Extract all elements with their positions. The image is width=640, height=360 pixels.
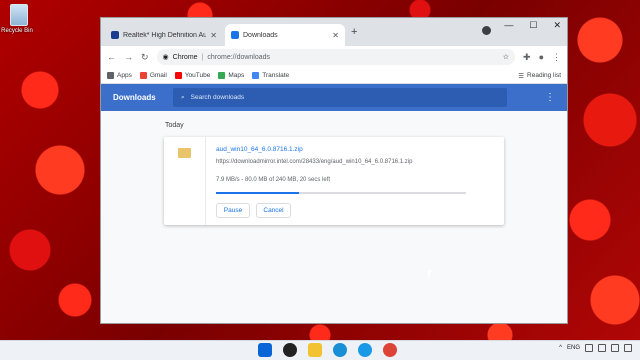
taskbar-apps — [258, 343, 397, 357]
download-status: 7.9 MB/s - 80.0 MB of 240 MB, 20 secs le… — [216, 177, 331, 183]
extensions-icon[interactable]: ✚ — [523, 52, 531, 63]
file-name-link[interactable]: aud_win10_64_6.0.8716.1.zip — [216, 146, 303, 153]
page-title: Downloads — [113, 93, 156, 102]
download-item-card: aud_win10_64_6.0.8716.1.zip https://down… — [164, 137, 504, 225]
bookmark-gmail[interactable]: Gmail — [139, 72, 167, 79]
downloads-content: Today aud_win10_64_6.0.8716.1.zip https:… — [101, 111, 567, 323]
recycle-bin-label: Recycle Bin — [1, 28, 33, 34]
search-icon[interactable] — [283, 343, 297, 357]
language-indicator[interactable]: ENG — [567, 345, 580, 351]
bookmarks-bar: Apps Gmail YouTube Maps Translate ☰ Read… — [101, 68, 567, 84]
url-text: chrome://downloads — [207, 53, 271, 61]
tab-realtek[interactable]: Realtek* High Definition Audio D ✕ — [105, 24, 223, 46]
bookmark-maps[interactable]: Maps — [218, 72, 244, 79]
notification-icon[interactable] — [624, 344, 632, 352]
browser-toolbar: ← → ↻ ◉ Chrome | chrome://downloads ☆ ✚ … — [101, 46, 567, 68]
tab-strip: Realtek* High Definition Audio D ✕ Downl… — [101, 18, 567, 46]
chrome-site-icon: ◉ — [162, 54, 169, 61]
pause-button[interactable]: Pause — [216, 203, 250, 218]
network-icon[interactable] — [585, 344, 593, 352]
youtube-icon — [174, 72, 182, 79]
maximize-icon[interactable]: ☐ — [529, 20, 537, 31]
close-icon[interactable]: ✕ — [332, 31, 339, 40]
intel-favicon-icon — [111, 31, 119, 39]
recycle-bin[interactable]: Recycle Bin — [1, 4, 34, 34]
download-progress-bar — [216, 192, 466, 194]
system-tray: ^ ENG — [559, 344, 632, 352]
minimize-icon[interactable]: — — [504, 20, 513, 31]
bookmark-apps[interactable]: Apps — [107, 72, 132, 79]
tab-search-icon[interactable] — [482, 26, 491, 35]
omnibox-separator: | — [201, 53, 204, 61]
progress-fill — [216, 192, 299, 194]
apps-grid-icon — [107, 72, 114, 79]
bookmark-label: YouTube — [184, 72, 211, 79]
window-controls: — ☐ ✕ — [504, 20, 561, 31]
source-url[interactable]: https://downloadmirror.intel.com/28433/e… — [216, 159, 412, 165]
menu-icon[interactable]: ⋮ — [552, 52, 561, 63]
file-explorer-icon[interactable] — [308, 343, 322, 357]
reading-list-button[interactable]: ☰ Reading list — [518, 72, 561, 80]
bookmark-translate[interactable]: Translate — [252, 72, 289, 79]
bookmark-label: Gmail — [149, 72, 167, 79]
start-icon[interactable] — [258, 343, 272, 357]
volume-icon[interactable] — [598, 344, 606, 352]
translate-icon — [252, 72, 260, 79]
back-icon[interactable]: ← — [107, 52, 116, 62]
forward-icon[interactable]: → — [124, 52, 133, 62]
search-icon: ⌕ — [181, 93, 185, 101]
recycle-bin-icon — [10, 4, 28, 26]
chrome-icon[interactable] — [383, 343, 397, 357]
tab-title: Downloads — [243, 31, 278, 39]
reading-list-label: Reading list — [527, 72, 561, 79]
bookmark-label: Apps — [117, 72, 132, 79]
search-placeholder: Search downloads — [190, 94, 245, 101]
tray-chevron-icon[interactable]: ^ — [559, 345, 562, 351]
close-window-icon[interactable]: ✕ — [553, 20, 561, 31]
search-downloads-input[interactable]: ⌕ Search downloads — [173, 88, 507, 107]
tab-title: Realtek* High Definition Audio D — [123, 31, 207, 39]
bookmark-youtube[interactable]: YouTube — [174, 72, 211, 79]
close-icon[interactable]: ✕ — [210, 31, 217, 40]
reading-list-icon: ☰ — [518, 72, 525, 80]
download-favicon-icon — [231, 31, 239, 39]
tab-downloads[interactable]: Downloads ✕ — [225, 24, 345, 46]
reload-icon[interactable]: ↻ — [141, 52, 149, 63]
downloads-header: Downloads ⌕ Search downloads ⋮ — [101, 84, 567, 111]
bookmark-label: Maps — [228, 72, 245, 79]
mouse-cursor-icon — [428, 270, 432, 280]
skype-icon[interactable] — [358, 343, 372, 357]
folder-file-icon — [178, 148, 191, 158]
new-tab-button[interactable]: + — [351, 26, 357, 38]
bookmark-label: Translate — [262, 72, 290, 79]
edge-icon[interactable] — [333, 343, 347, 357]
date-section-label: Today — [165, 122, 184, 129]
address-bar[interactable]: ◉ Chrome | chrome://downloads ☆ — [156, 49, 516, 65]
cancel-button[interactable]: Cancel — [256, 203, 291, 218]
site-label: Chrome — [172, 53, 198, 61]
maps-icon — [218, 72, 226, 79]
browser-window: Realtek* High Definition Audio D ✕ Downl… — [100, 17, 568, 324]
taskbar: ^ ENG — [0, 340, 640, 360]
more-actions-icon[interactable]: ⋮ — [545, 92, 555, 103]
card-divider — [205, 137, 206, 225]
battery-icon[interactable] — [611, 344, 619, 352]
gmail-icon — [139, 72, 147, 79]
bookmark-star-icon[interactable]: ☆ — [503, 53, 509, 61]
profile-icon[interactable]: ● — [539, 52, 544, 62]
